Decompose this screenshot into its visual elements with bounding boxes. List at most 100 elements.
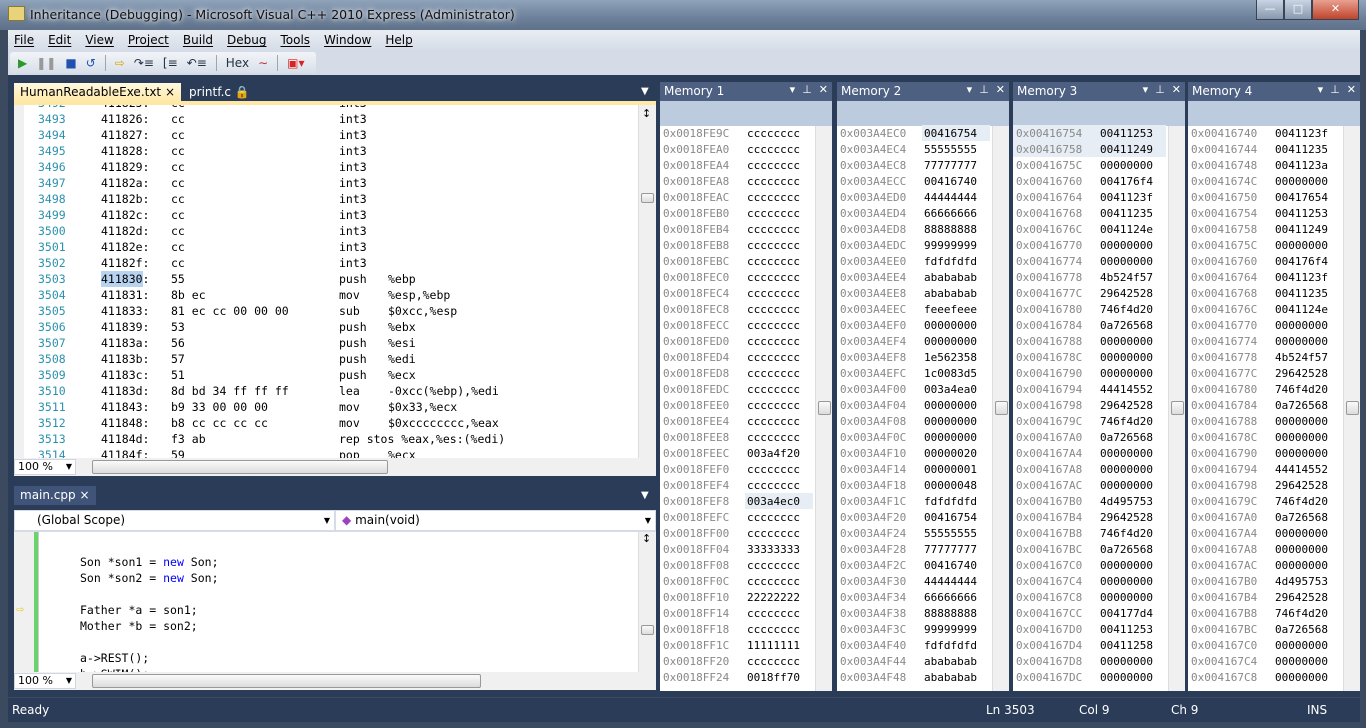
scroll-thumb[interactable] [1171, 401, 1184, 415]
disasm-vertical-scrollbar[interactable]: ↕ [638, 105, 656, 458]
memory-value[interactable]: cccccccc [747, 286, 800, 302]
memory-value[interactable]: 00000000 [1100, 558, 1153, 574]
memory-value[interactable]: 1c0083d5 [924, 366, 977, 382]
memory-value[interactable]: 00000000 [1275, 670, 1328, 686]
close-icon[interactable]: ✕ [1347, 83, 1356, 96]
window-position-dropdown-icon[interactable]: ▾ [1318, 83, 1324, 96]
memory-value[interactable]: 746f4d20 [1100, 414, 1153, 430]
memory-value[interactable]: 00000000 [1100, 478, 1153, 494]
memory-value[interactable]: 746f4d20 [1100, 526, 1153, 542]
memory-value[interactable]: abababab [924, 670, 977, 686]
memory-value[interactable]: 0018ff70 [747, 670, 800, 686]
memory-value[interactable]: fdfdfdfd [924, 254, 977, 270]
memory-value[interactable]: abababab [924, 286, 977, 302]
close-button[interactable]: ✕ [1312, 0, 1359, 20]
memory-value[interactable]: 00416754 [924, 510, 977, 526]
memory-value[interactable]: cccccccc [747, 398, 800, 414]
step-into-icon[interactable]: ↷≡ [134, 56, 154, 70]
split-icon[interactable]: ↕ [642, 532, 651, 545]
memory-value[interactable]: 00000048 [924, 478, 977, 494]
break-all-icon[interactable]: ❚❚ [36, 56, 56, 70]
memory-value[interactable]: cccccccc [747, 366, 800, 382]
memory-value[interactable]: abababab [924, 270, 977, 286]
memory-value[interactable]: 44444444 [924, 190, 977, 206]
code-horizontal-scrollbar[interactable]: 100 % ▼ [14, 672, 656, 690]
memory-value[interactable]: 00000000 [1275, 174, 1328, 190]
memory-value[interactable]: 55555555 [924, 142, 977, 158]
memory-value[interactable]: 4d495753 [1100, 494, 1153, 510]
memory-value[interactable]: cccccccc [747, 654, 800, 670]
memory-value[interactable]: 00411253 [1275, 206, 1328, 222]
menu-help[interactable]: Help [385, 33, 412, 47]
memory-value[interactable]: cccccccc [747, 254, 800, 270]
memory-value[interactable]: 00411253 [1100, 622, 1153, 638]
memory-value[interactable]: 00416754 [924, 126, 977, 142]
memory-value[interactable]: cccccccc [747, 318, 800, 334]
memory-value[interactable]: cccccccc [747, 414, 800, 430]
close-tab-icon[interactable]: × [79, 488, 89, 502]
memory-value[interactable]: 00000000 [1275, 414, 1328, 430]
memory-value[interactable]: 00000001 [924, 462, 977, 478]
disasm-horizontal-scrollbar[interactable]: 100 % ▼ [14, 458, 656, 476]
memory-value[interactable]: 746f4d20 [1275, 606, 1328, 622]
memory-value[interactable]: 00411235 [1275, 142, 1328, 158]
memory-value[interactable]: 00000000 [1100, 654, 1153, 670]
memory-value[interactable]: 00000000 [924, 414, 977, 430]
menu-file[interactable]: File [14, 33, 34, 47]
memory-value[interactable]: 00000000 [1100, 574, 1153, 590]
memory-value[interactable]: 00000000 [1100, 350, 1153, 366]
memory-value[interactable]: cccccccc [747, 606, 800, 622]
memory-value[interactable]: 0041124e [1100, 222, 1153, 238]
memory-value[interactable]: 99999999 [924, 622, 977, 638]
memory-address-bar[interactable] [837, 101, 1009, 126]
memory-scrollbar[interactable] [1343, 126, 1360, 691]
memory-value[interactable]: 0041123f [1275, 126, 1328, 142]
memory-value[interactable]: cccccccc [747, 334, 800, 350]
memory-value[interactable]: 00411249 [1275, 222, 1328, 238]
memory-value[interactable]: 00000000 [1275, 542, 1328, 558]
memory-value[interactable]: 99999999 [924, 238, 977, 254]
pin-icon[interactable]: ⊥ [979, 83, 989, 96]
memory-value[interactable]: 00000000 [1100, 462, 1153, 478]
menu-project[interactable]: Project [128, 33, 169, 47]
code-vertical-scrollbar[interactable]: ↕ [638, 532, 656, 672]
zoom-dropdown[interactable]: 100 % ▼ [14, 459, 76, 475]
memory-value[interactable]: 00000000 [1100, 238, 1153, 254]
memory-value[interactable]: 00416740 [924, 174, 977, 190]
memory-value[interactable]: feeefeee [924, 302, 977, 318]
memory-value[interactable]: cccccccc [747, 382, 800, 398]
memory-value[interactable]: 33333333 [747, 542, 800, 558]
memory-value[interactable]: 004176f4 [1100, 174, 1153, 190]
memory-value[interactable]: 0a726568 [1275, 398, 1328, 414]
memory-value[interactable]: cccccccc [747, 558, 800, 574]
memory-value[interactable]: 0a726568 [1100, 318, 1153, 334]
memory-value[interactable]: cccccccc [747, 526, 800, 542]
memory-value[interactable]: 0a726568 [1100, 430, 1153, 446]
memory-value[interactable]: 77777777 [924, 542, 977, 558]
memory-value[interactable]: 00416740 [924, 558, 977, 574]
disassembly-editor[interactable]: 3492411825:ccint33493411826:ccint3349441… [14, 105, 638, 458]
memory-value[interactable]: 003a4ec0 [747, 494, 800, 510]
continue-icon[interactable]: ▶ [18, 56, 27, 70]
pin-icon[interactable]: ⊥ [1155, 83, 1165, 96]
zoom-dropdown[interactable]: 100 % ▼ [14, 673, 76, 689]
memory-value[interactable]: cccccccc [747, 174, 800, 190]
split-icon[interactable]: ↕ [642, 107, 651, 120]
step-over-icon[interactable]: [≡ [163, 56, 178, 70]
tab-main-cpp[interactable]: main.cpp × [14, 486, 96, 505]
tab-list-dropdown[interactable]: ▼ [641, 490, 649, 501]
memory-value[interactable]: 00000000 [924, 318, 977, 334]
memory-value[interactable]: 00000000 [1100, 334, 1153, 350]
memory-value[interactable]: 29642528 [1100, 286, 1153, 302]
memory-value[interactable]: 29642528 [1100, 398, 1153, 414]
memory-value[interactable]: 77777777 [924, 158, 977, 174]
memory-value[interactable]: 00000000 [924, 430, 977, 446]
code-editor[interactable]: Son *son1 = new Son; Son *son2 = new Son;… [14, 532, 638, 672]
memory-scrollbar[interactable] [992, 126, 1009, 691]
memory-address-bar[interactable] [1013, 101, 1185, 126]
menu-edit[interactable]: Edit [48, 33, 71, 47]
memory-value[interactable]: 0041123f [1100, 190, 1153, 206]
memory-value[interactable]: 66666666 [924, 206, 977, 222]
memory-value[interactable]: 0a726568 [1275, 622, 1328, 638]
window-position-dropdown-icon[interactable]: ▾ [790, 83, 796, 96]
